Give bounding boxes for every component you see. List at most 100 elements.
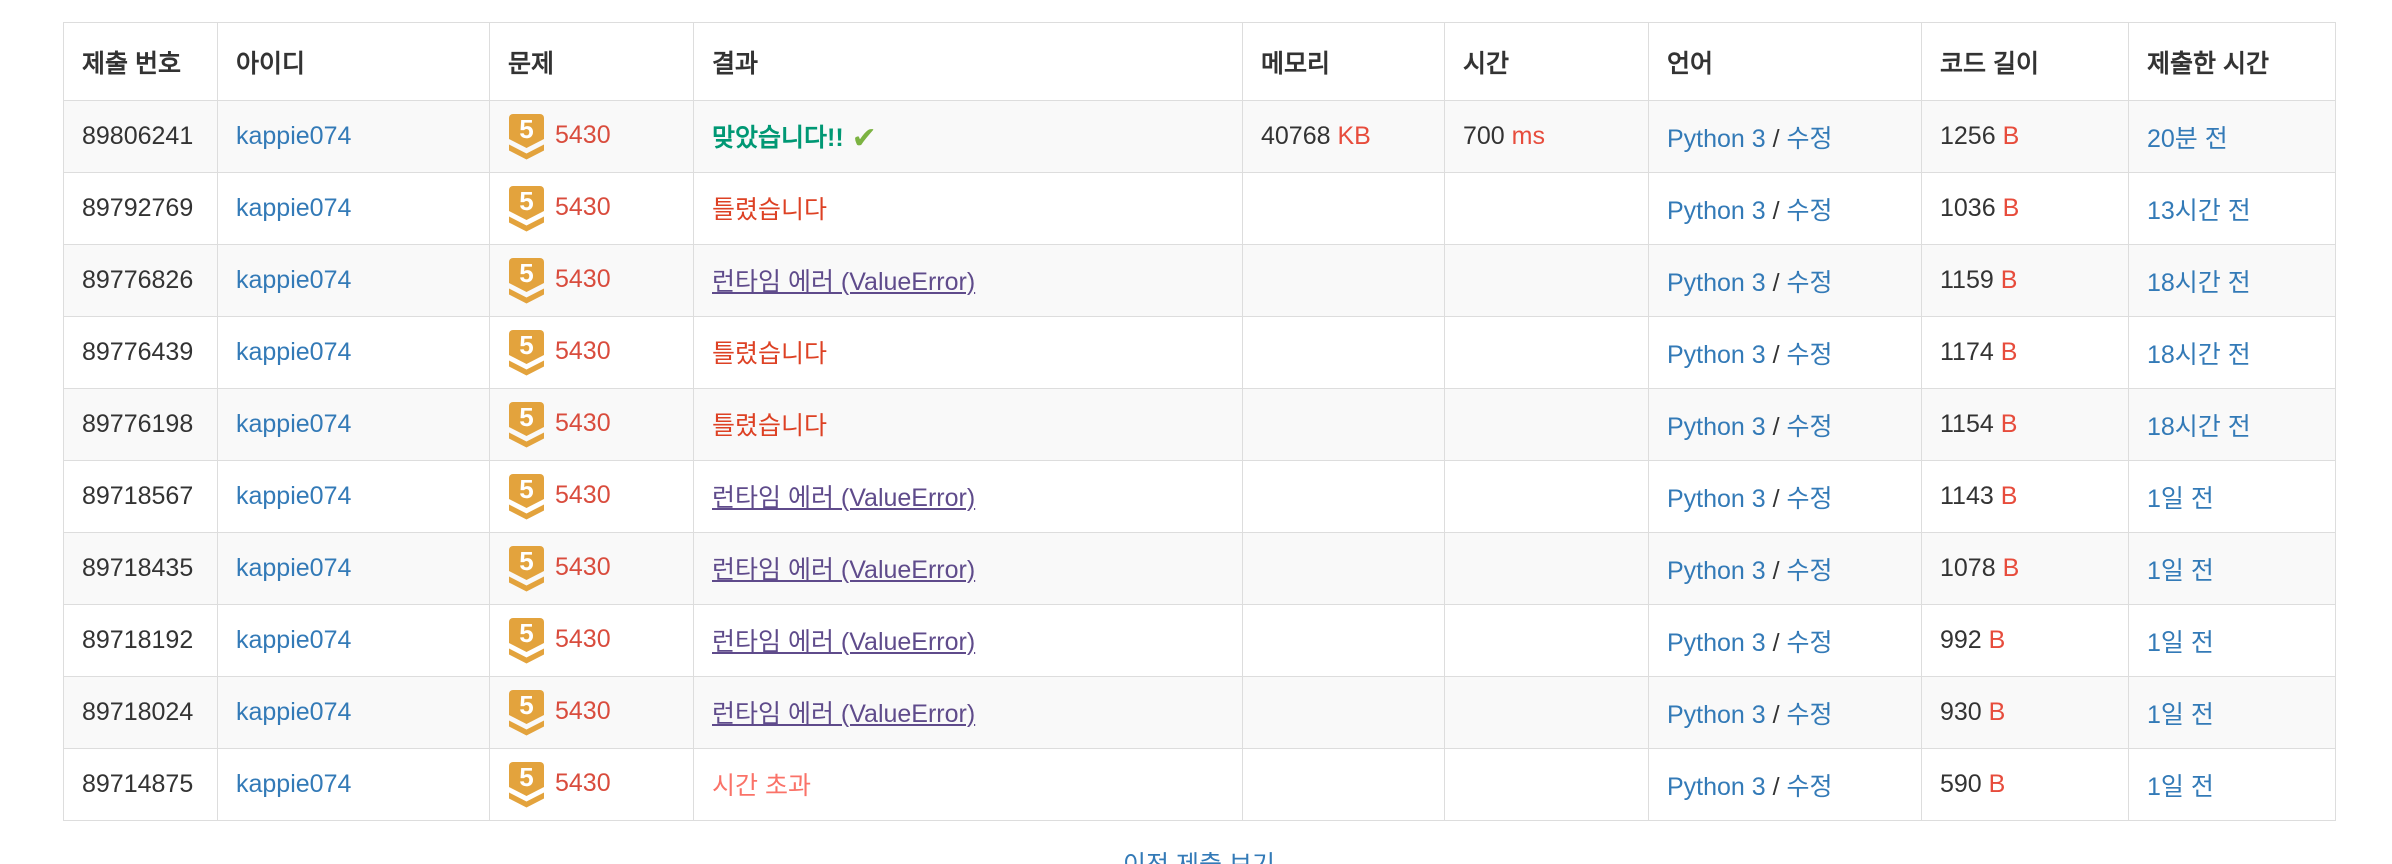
language-link[interactable]: Python 3 bbox=[1667, 701, 1766, 729]
problem-link[interactable]: 5430 bbox=[555, 265, 611, 293]
submission-id: 89718435 bbox=[82, 554, 194, 582]
code-length-value: 1159 bbox=[1940, 266, 1994, 294]
cell-result: 런타임 에러 (ValueError) bbox=[693, 676, 1243, 749]
language-link[interactable]: Python 3 bbox=[1667, 341, 1766, 369]
edit-link[interactable]: 수정 bbox=[1787, 269, 1833, 297]
edit-link[interactable]: 수정 bbox=[1787, 629, 1833, 657]
result-link[interactable]: 런타임 에러 (ValueError) bbox=[712, 628, 975, 656]
problem-link[interactable]: 5430 bbox=[555, 697, 611, 725]
result-link[interactable]: 런타임 에러 (ValueError) bbox=[712, 484, 975, 512]
tier-badge-gold5-icon[interactable]: 5 bbox=[508, 185, 545, 232]
submitted-time-link[interactable]: 20분 전 bbox=[2147, 125, 2228, 153]
result-link[interactable]: 런타임 에러 (ValueError) bbox=[712, 700, 975, 728]
code-length-unit: B bbox=[2002, 122, 2020, 150]
problem-link[interactable]: 5430 bbox=[555, 625, 611, 653]
tier-badge-gold5-icon[interactable]: 5 bbox=[508, 113, 545, 160]
problem-link[interactable]: 5430 bbox=[555, 193, 611, 221]
column-header-submission-id: 제출 번호 bbox=[63, 22, 218, 101]
user-link[interactable]: kappie074 bbox=[236, 194, 351, 222]
submissions-table: 제출 번호 아이디 문제 결과 메모리 시간 언어 코드 길이 제출한 시간 8… bbox=[63, 22, 2336, 821]
cell-result: 틀렸습니다 bbox=[693, 388, 1243, 461]
header-row: 제출 번호 아이디 문제 결과 메모리 시간 언어 코드 길이 제출한 시간 bbox=[63, 22, 2336, 101]
language-link[interactable]: Python 3 bbox=[1667, 197, 1766, 225]
language-link[interactable]: Python 3 bbox=[1667, 413, 1766, 441]
user-link[interactable]: kappie074 bbox=[236, 482, 351, 510]
cell-result: 런타임 에러 (ValueError) bbox=[693, 532, 1243, 605]
edit-link[interactable]: 수정 bbox=[1787, 125, 1833, 153]
problem-link[interactable]: 5430 bbox=[555, 121, 611, 149]
language-link[interactable]: Python 3 bbox=[1667, 773, 1766, 801]
submitted-time-link[interactable]: 18시간 전 bbox=[2147, 341, 2251, 369]
user-link[interactable]: kappie074 bbox=[236, 554, 351, 582]
edit-link[interactable]: 수정 bbox=[1787, 197, 1833, 225]
user-link[interactable]: kappie074 bbox=[236, 122, 351, 150]
svg-text:5: 5 bbox=[519, 618, 533, 648]
submitted-time-link[interactable]: 1일 전 bbox=[2147, 773, 2214, 801]
cell-submitted-time: 1일 전 bbox=[2128, 460, 2336, 533]
language-link[interactable]: Python 3 bbox=[1667, 485, 1766, 513]
column-header-language: 언어 bbox=[1648, 22, 1922, 101]
submitted-time-link[interactable]: 18시간 전 bbox=[2147, 269, 2251, 297]
submitted-time-link[interactable]: 18시간 전 bbox=[2147, 413, 2251, 441]
language-link[interactable]: Python 3 bbox=[1667, 125, 1766, 153]
code-length-value: 590 bbox=[1940, 770, 1982, 798]
language-separator: / bbox=[1772, 340, 1780, 369]
submission-id: 89718567 bbox=[82, 482, 194, 510]
cell-code-length: 1159 B bbox=[1921, 244, 2129, 317]
result-link[interactable]: 런타임 에러 (ValueError) bbox=[712, 556, 975, 584]
svg-text:5: 5 bbox=[519, 474, 533, 504]
user-link[interactable]: kappie074 bbox=[236, 338, 351, 366]
column-header-memory: 메모리 bbox=[1242, 22, 1445, 101]
edit-link[interactable]: 수정 bbox=[1787, 341, 1833, 369]
cell-code-length: 1036 B bbox=[1921, 172, 2129, 245]
edit-link[interactable]: 수정 bbox=[1787, 557, 1833, 585]
submitted-time-link[interactable]: 1일 전 bbox=[2147, 485, 2214, 513]
submission-row: 89792769 kappie074 5 5430 틀렸습니다 Python 3… bbox=[63, 172, 2336, 245]
tier-badge-gold5-icon[interactable]: 5 bbox=[508, 257, 545, 304]
cell-submission-id: 89718192 bbox=[63, 604, 218, 677]
cell-time bbox=[1444, 676, 1649, 749]
cell-submitted-time: 20분 전 bbox=[2128, 100, 2336, 173]
submitted-time-link[interactable]: 1일 전 bbox=[2147, 701, 2214, 729]
language-link[interactable]: Python 3 bbox=[1667, 629, 1766, 657]
cell-problem: 5 5430 bbox=[489, 100, 694, 173]
column-header-result: 결과 bbox=[693, 22, 1243, 101]
svg-text:5: 5 bbox=[519, 186, 533, 216]
language-link[interactable]: Python 3 bbox=[1667, 269, 1766, 297]
edit-link[interactable]: 수정 bbox=[1787, 773, 1833, 801]
cell-time bbox=[1444, 532, 1649, 605]
problem-link[interactable]: 5430 bbox=[555, 553, 611, 581]
user-link[interactable]: kappie074 bbox=[236, 266, 351, 294]
problem-link[interactable]: 5430 bbox=[555, 481, 611, 509]
cell-time bbox=[1444, 748, 1649, 821]
tier-badge-gold5-icon[interactable]: 5 bbox=[508, 545, 545, 592]
user-link[interactable]: kappie074 bbox=[236, 770, 351, 798]
edit-link[interactable]: 수정 bbox=[1787, 701, 1833, 729]
user-link[interactable]: kappie074 bbox=[236, 698, 351, 726]
memory-unit: KB bbox=[1337, 122, 1371, 150]
tier-badge-gold5-icon[interactable]: 5 bbox=[508, 329, 545, 376]
user-link[interactable]: kappie074 bbox=[236, 626, 351, 654]
tier-badge-gold5-icon[interactable]: 5 bbox=[508, 761, 545, 808]
tier-badge-gold5-icon[interactable]: 5 bbox=[508, 473, 545, 520]
problem-link[interactable]: 5430 bbox=[555, 769, 611, 797]
problem-link[interactable]: 5430 bbox=[555, 409, 611, 437]
submitted-time-link[interactable]: 13시간 전 bbox=[2147, 197, 2251, 225]
edit-link[interactable]: 수정 bbox=[1787, 485, 1833, 513]
result-link[interactable]: 런타임 에러 (ValueError) bbox=[712, 268, 975, 296]
submitted-time-link[interactable]: 1일 전 bbox=[2147, 629, 2214, 657]
cell-time bbox=[1444, 460, 1649, 533]
svg-text:5: 5 bbox=[519, 258, 533, 288]
tier-badge-gold5-icon[interactable]: 5 bbox=[508, 617, 545, 664]
cell-memory bbox=[1242, 244, 1445, 317]
edit-link[interactable]: 수정 bbox=[1787, 413, 1833, 441]
language-link[interactable]: Python 3 bbox=[1667, 557, 1766, 585]
problem-link[interactable]: 5430 bbox=[555, 337, 611, 365]
tier-badge-gold5-icon[interactable]: 5 bbox=[508, 401, 545, 448]
user-link[interactable]: kappie074 bbox=[236, 410, 351, 438]
tier-badge-gold5-icon[interactable]: 5 bbox=[508, 689, 545, 736]
result-text: 시간 초과 bbox=[712, 771, 811, 800]
cell-code-length: 1078 B bbox=[1921, 532, 2129, 605]
submitted-time-link[interactable]: 1일 전 bbox=[2147, 557, 2214, 585]
previous-submissions-link[interactable]: 이전 제출 보기 bbox=[63, 845, 2335, 864]
